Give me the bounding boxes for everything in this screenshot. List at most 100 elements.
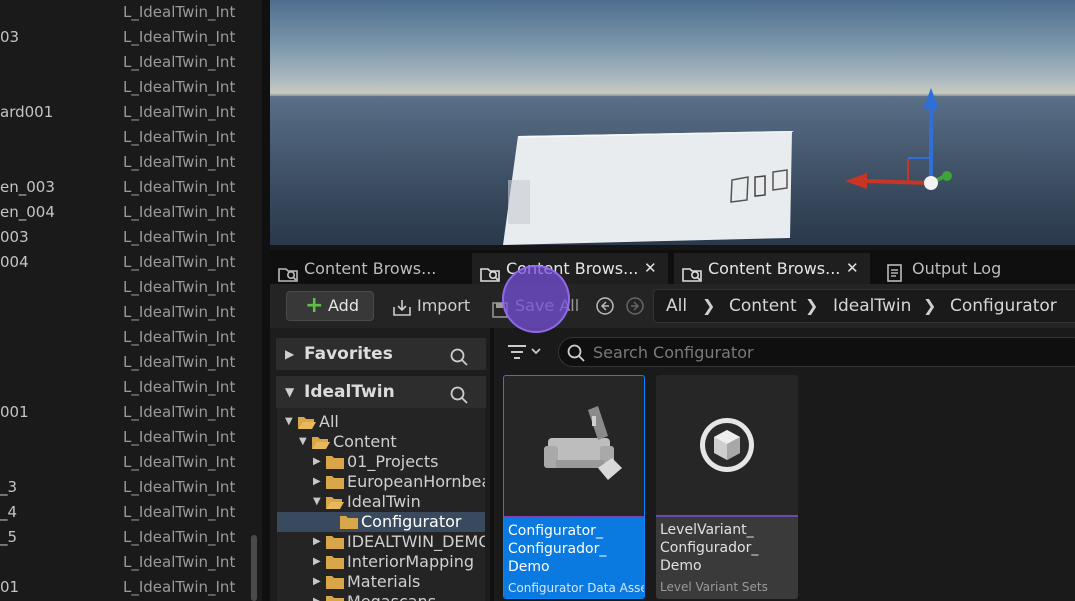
outliner-item-level: L_IdealTwin_Int [123,528,236,546]
outliner-row[interactable]: L_IdealTwin_Int [0,350,250,375]
outliner-row[interactable]: ard001 L_IdealTwin_Int [0,100,250,125]
search-box[interactable] [558,337,1075,367]
outliner-row[interactable]: L_IdealTwin_Int [0,425,250,450]
outliner-row[interactable]: L_IdealTwin_Int [0,450,250,475]
outliner-row[interactable]: L_IdealTwin_Int [0,325,250,350]
outliner-row[interactable]: L_IdealTwin_Int [0,300,250,325]
caret-down-icon[interactable]: ▼ [299,432,307,452]
caret-right-icon[interactable]: ▶ [285,338,294,370]
panel-divider[interactable] [262,0,270,601]
outliner-row[interactable]: L_IdealTwin_Int [0,50,250,75]
folder-tree-item[interactable]: ▶ InteriorMapping [277,552,485,572]
folder-tree-label: All [319,412,339,431]
outliner-item-name: 003 [0,228,29,246]
caret-down-icon[interactable]: ▼ [313,492,321,512]
outliner-item-name: _4 [0,503,18,521]
caret-down-icon[interactable]: ▼ [285,412,293,432]
search-icon[interactable] [450,345,468,377]
outliner-item-level: L_IdealTwin_Int [123,153,236,171]
favorites-header[interactable]: ▶ Favorites [276,338,486,370]
outliner-item-level: L_IdealTwin_Int [123,303,236,321]
tab-content-browser-1[interactable]: Content Brows... [270,253,466,284]
save-all-label: Save All [515,296,580,315]
asset-tile-levelvariant[interactable]: LevelVariant_ Configurador_ Demo Level V… [656,375,798,599]
asset-tile-configurator[interactable]: Configurator_ Configurador_ Demo Configu… [503,375,645,599]
content-browser-toolbar: + Add Import Save All All ❯ Content ❯ Id… [270,284,1075,328]
history-forward-icon[interactable] [626,297,644,315]
import-button[interactable]: Import [392,291,472,321]
folder-tree-item[interactable]: ▼ IdealTwin [277,492,485,512]
outliner-row[interactable]: 004 L_IdealTwin_Int [0,250,250,275]
outliner-item-level: L_IdealTwin_Int [123,228,236,246]
outliner-scrollbar-thumb[interactable] [251,535,257,601]
caret-right-icon[interactable]: ▶ [313,592,321,601]
outliner-row[interactable]: 01 L_IdealTwin_Int [0,575,250,600]
folder-tree-item[interactable]: ▶ 01_Projects [277,452,485,472]
outliner-row[interactable]: L_IdealTwin_Int [0,375,250,400]
breadcrumb-all[interactable]: All [666,290,687,322]
outliner-row[interactable]: _3 L_IdealTwin_Int [0,475,250,500]
outliner-row[interactable]: 03 L_IdealTwin_Int [0,25,250,50]
outliner-item-level: L_IdealTwin_Int [123,353,236,371]
caret-right-icon[interactable]: ▶ [313,552,321,572]
caret-down-icon[interactable]: ▼ [285,376,294,408]
idealtwin-header[interactable]: ▼ IdealTwin [276,376,486,408]
outliner-row[interactable]: 001 L_IdealTwin_Int [0,400,250,425]
outliner-row[interactable]: L_IdealTwin_Int [0,150,250,175]
level-viewport[interactable] [270,0,1075,245]
outliner-row[interactable]: L_IdealTwin_Int [0,0,250,25]
tab-label: Content Brows... [506,259,639,278]
folder-tree-item[interactable]: ▶ EuropeanHornbea [277,472,485,492]
folder-tree: ▼ All ▼ Content ▶ 01_Projects ▶ EuropeanHornbea… [277,408,485,601]
outliner-row[interactable]: 003 L_IdealTwin_Int [0,225,250,250]
breadcrumb-content[interactable]: Content [729,290,797,322]
tab-output-log[interactable]: Output Log [878,253,1018,284]
folder-tree-item[interactable]: ▶ Materials [277,572,485,592]
folder-tree-item[interactable]: ▶ IDEALTWIN_DEMO [277,532,485,552]
folder-tree-item[interactable]: ▼ Content [277,432,485,452]
chevron-right-icon[interactable]: ❯ [702,290,715,322]
search-input[interactable] [593,340,1073,364]
building-mesh[interactable] [503,131,794,245]
outliner-row[interactable]: en_003 L_IdealTwin_Int [0,175,250,200]
folder-tree-label: Megascans [347,592,436,601]
folder-tree-item[interactable]: ▼ All [277,412,485,432]
folder-tree-label: IdealTwin [347,492,421,511]
filter-button[interactable] [506,342,546,362]
add-label: Add [328,296,359,315]
close-icon[interactable]: ✕ [644,253,657,284]
tab-content-browser-2[interactable]: Content Brows... ✕ [472,253,668,284]
breadcrumb-idealtwin[interactable]: IdealTwin [833,290,911,322]
tab-label: Output Log [912,259,1002,278]
breadcrumb-configurator[interactable]: Configurator [950,290,1057,322]
import-icon [392,297,412,327]
tab-content-browser-3[interactable]: Content Brows... ✕ [674,253,870,284]
outliner-row[interactable]: L_IdealTwin_Int [0,75,250,100]
save-all-button[interactable]: Save All [490,291,580,321]
outliner-row[interactable]: L_IdealTwin_Int [0,125,250,150]
folder-tree-item[interactable]: ▶ Megascans [277,592,485,601]
close-icon[interactable]: ✕ [846,253,859,284]
caret-right-icon[interactable]: ▶ [313,532,321,552]
asset-type: Configurator Data Asset [508,581,645,595]
outliner-row[interactable]: _5 L_IdealTwin_Int [0,525,250,550]
asset-info: Configurator_ Configurador_ Demo Configu… [504,518,645,598]
outliner-scrollbar-track[interactable] [249,0,261,601]
chevron-right-icon[interactable]: ❯ [923,290,936,322]
outliner-item-level: L_IdealTwin_Int [123,453,236,471]
caret-right-icon[interactable]: ▶ [313,572,321,592]
folder-tree-item[interactable]: Configurator [277,512,485,532]
outliner-row[interactable]: _4 L_IdealTwin_Int [0,500,250,525]
outliner-item-name: 03 [0,28,20,46]
outliner-row[interactable]: en_004 L_IdealTwin_Int [0,200,250,225]
filter-icon [508,345,541,359]
asset-thumbnail [656,375,798,515]
caret-right-icon[interactable]: ▶ [313,472,321,492]
save-icon [492,298,508,328]
chevron-right-icon[interactable]: ❯ [805,290,818,322]
caret-right-icon[interactable]: ▶ [313,452,321,472]
outliner-row[interactable]: L_IdealTwin_Int [0,550,250,575]
outliner-row[interactable]: L_IdealTwin_Int [0,275,250,300]
history-back-icon[interactable] [596,297,614,315]
add-button[interactable]: + Add [286,291,374,321]
